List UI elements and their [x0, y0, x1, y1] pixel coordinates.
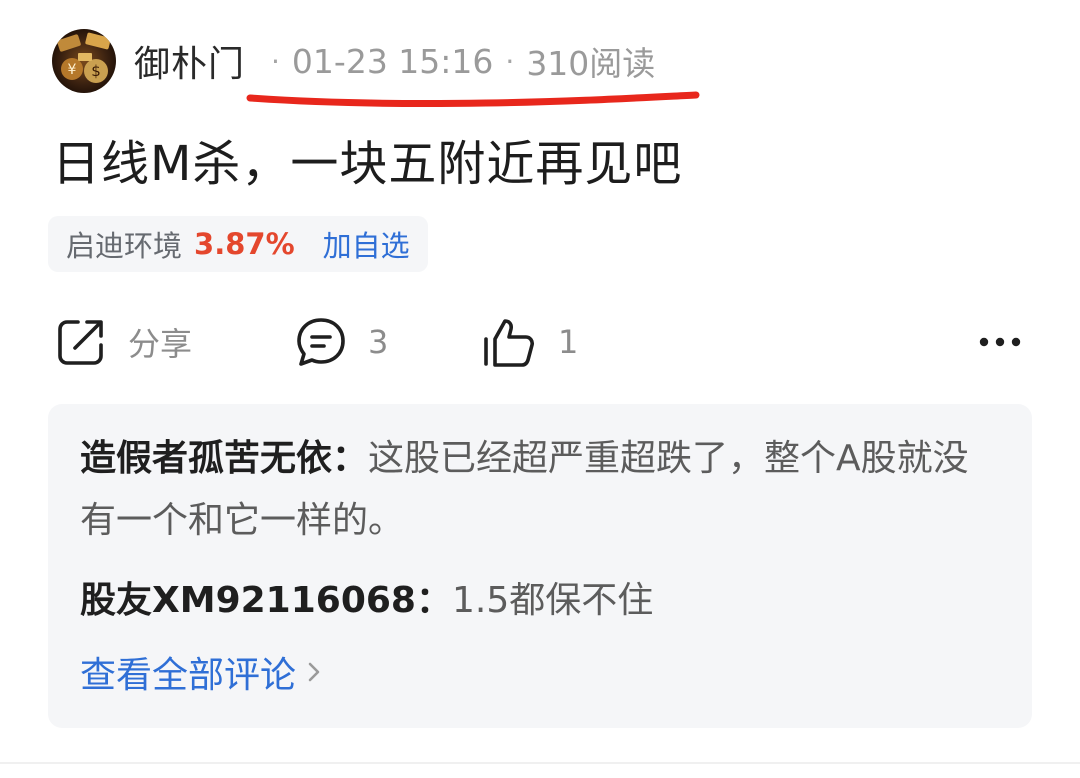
avatar-image: ¥ $ [52, 29, 116, 93]
chevron-right-icon [308, 662, 320, 682]
view-all-label: 查看全部评论 [80, 655, 297, 696]
meta-separator: · [271, 44, 280, 78]
comment-bubble-icon [297, 318, 345, 366]
like-button[interactable]: 1 [480, 312, 578, 372]
add-watchlist-button[interactable]: 加自选 [323, 223, 410, 265]
share-icon [58, 320, 103, 365]
author-name[interactable]: 御朴门 [134, 35, 245, 87]
share-button[interactable]: 分享 [54, 312, 192, 372]
comment-item[interactable]: 股友XM92116068：1.5都保不住 [80, 570, 1000, 632]
action-bar: 分享 3 1 [52, 312, 1028, 372]
read-count: 310阅读 [526, 44, 656, 83]
red-annotation-underline [246, 91, 700, 107]
svg-text:$: $ [91, 62, 101, 80]
post-meta: · 01-23 15:16 · 310阅读 [259, 37, 655, 85]
stock-tag[interactable]: 启迪环境 3.87% 加自选 [48, 216, 428, 272]
post-timestamp: 01-23 15:16 [291, 41, 494, 81]
stock-change: 3.87% [194, 227, 295, 261]
comment-text: 1.5都保不住 [452, 580, 654, 621]
comment-item[interactable]: 造假者孤苦无依：这股已经超严重超跌了，整个A股就没有一个和它一样的。 [80, 428, 1000, 552]
comment-username[interactable]: 股友XM92116068 [80, 580, 416, 621]
more-button[interactable] [976, 312, 1024, 372]
comment-username[interactable]: 造假者孤苦无依 [80, 438, 332, 479]
view-all-comments-link[interactable]: 查看全部评论 [80, 646, 322, 698]
meta-separator: · [505, 44, 515, 78]
more-dots-icon [979, 337, 1021, 347]
comment-separator: ： [332, 438, 369, 479]
comment-separator: ： [415, 580, 452, 621]
author-avatar[interactable]: ¥ $ [52, 29, 116, 93]
svg-text:¥: ¥ [68, 62, 77, 78]
comment-count: 3 [368, 323, 389, 361]
comment-preview-box: 造假者孤苦无依：这股已经超严重超跌了，整个A股就没有一个和它一样的。 股友XM9… [48, 404, 1032, 728]
post-card: ¥ $ 御朴门 · 01-23 15:16 · 310阅读 日线M杀，一块五附近… [0, 0, 1080, 778]
post-title: 日线M杀，一块五附近再见吧 [52, 136, 683, 192]
post-header: ¥ $ 御朴门 · 01-23 15:16 · 310阅读 [52, 28, 655, 94]
like-count: 1 [558, 323, 579, 361]
bottom-divider [0, 762, 1080, 764]
share-label: 分享 [128, 325, 193, 363]
thumbs-up-icon [484, 319, 534, 367]
stock-name[interactable]: 启迪环境 [66, 223, 182, 265]
comment-button[interactable]: 3 [294, 312, 388, 372]
